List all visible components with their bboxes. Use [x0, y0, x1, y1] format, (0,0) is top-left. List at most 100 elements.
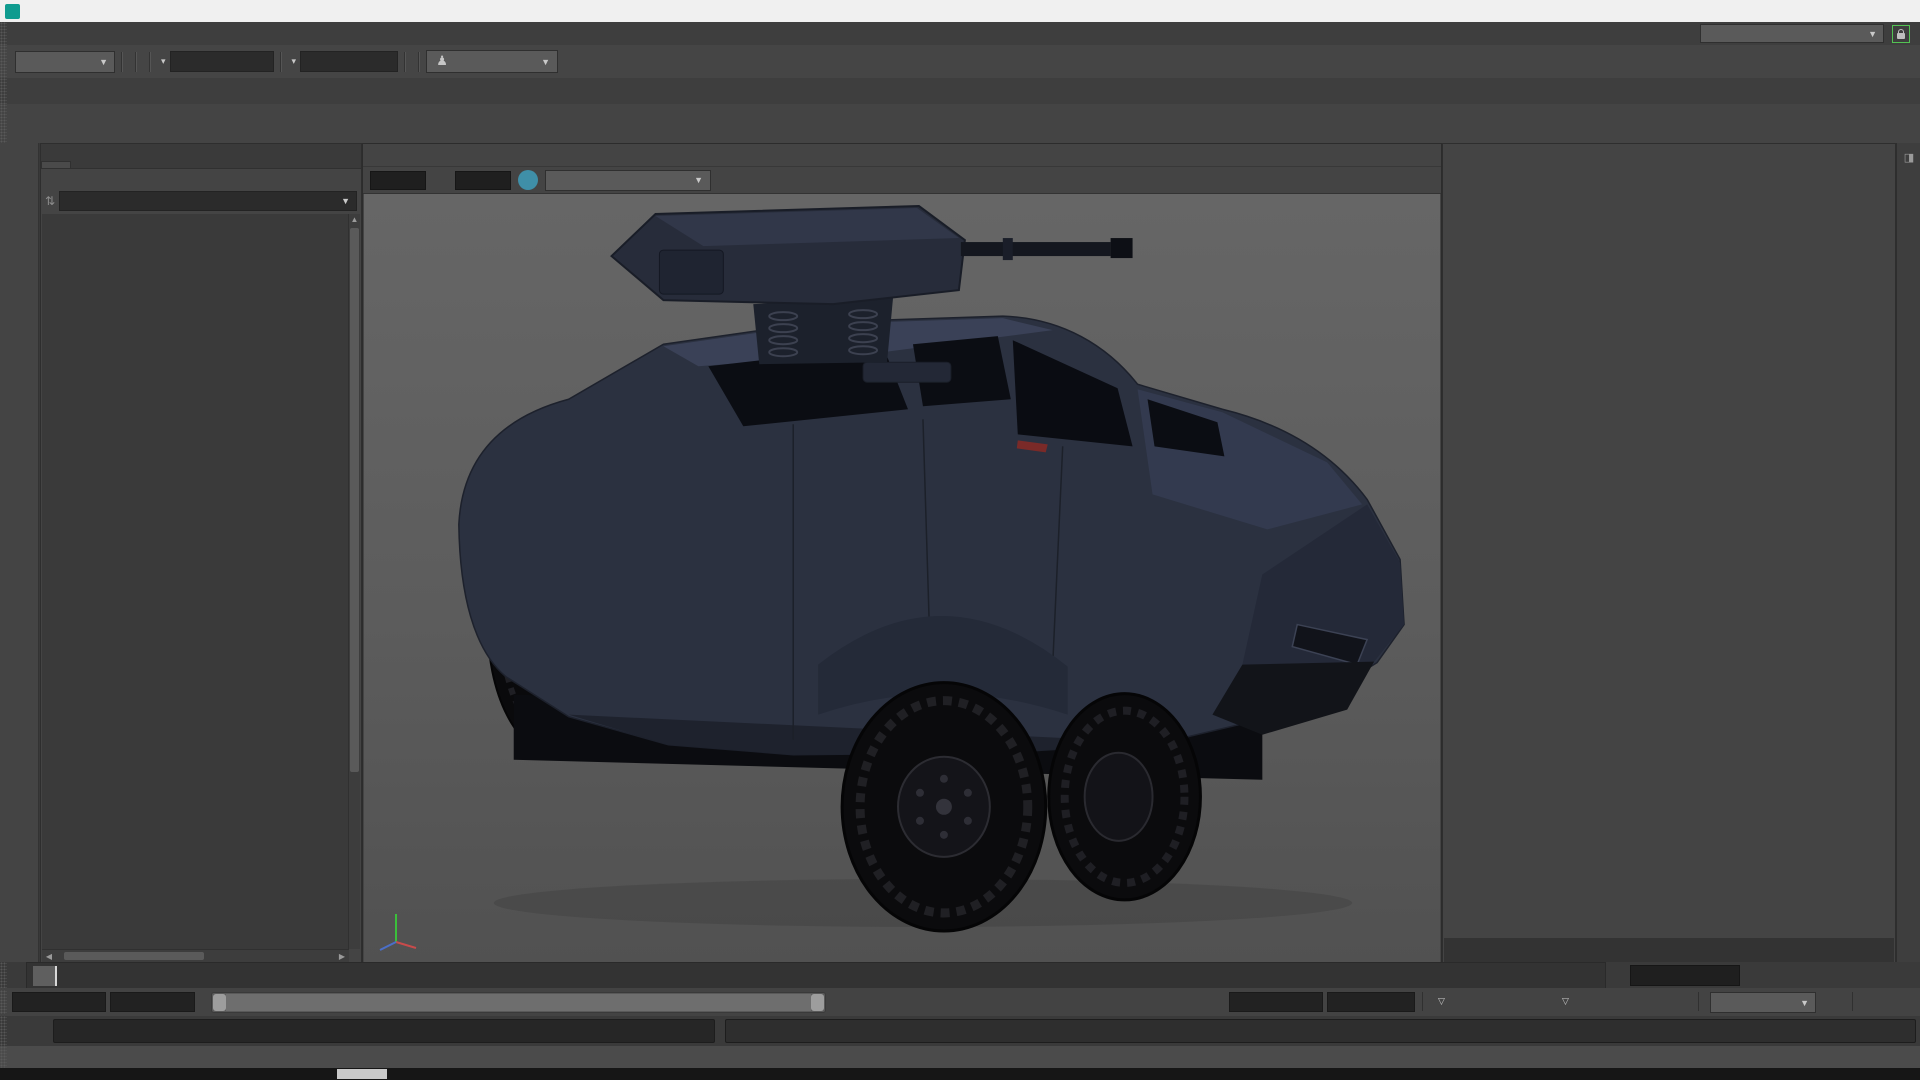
workspace-dropdown[interactable]: ▼ [1700, 24, 1884, 43]
minimize-button[interactable] [1782, 0, 1828, 22]
user-icon: ♟ [436, 54, 448, 69]
divider [1422, 992, 1423, 1011]
wheel-front-left[interactable] [840, 681, 1048, 933]
wheel-front-right[interactable] [1047, 692, 1202, 902]
divider [404, 51, 407, 72]
scene-view[interactable] [364, 194, 1440, 962]
animation-start-field[interactable] [12, 992, 106, 1012]
attribute-editor-message [1443, 168, 1895, 198]
axis-gizmo [379, 914, 417, 951]
viewport-canvas[interactable] [364, 194, 1440, 962]
color-management-toggle[interactable] [518, 170, 538, 190]
scrollbar-thumb[interactable] [64, 952, 204, 960]
outliner-panel: ⇅ ▼ ▲ ◀ ▶ [40, 143, 362, 964]
command-input[interactable] [54, 1020, 714, 1042]
chevron-down-icon[interactable]: ▾ [292, 56, 297, 67]
menu-bar: ▼ [0, 22, 1920, 46]
panel-toggle-icon[interactable]: ◨ [1904, 151, 1914, 164]
timeline-track[interactable] [26, 962, 1606, 990]
chevron-down-icon[interactable]: ▼ [341, 196, 350, 206]
gamma-dropdown[interactable]: ▼ [545, 169, 711, 191]
sign-in-dropdown[interactable]: ♟ ▼ [426, 50, 559, 73]
time-clock-icon[interactable] [1862, 991, 1884, 1011]
muzzle [1110, 238, 1133, 259]
symmetry-field[interactable] [300, 51, 399, 72]
range-slider-row: ▽ ▽ ▼ [0, 988, 1920, 1017]
viewport-menu-bar [363, 144, 1441, 167]
character-set-dropdown[interactable]: ▽ [1438, 992, 1451, 1011]
chevron-down-icon: ▼ [99, 56, 108, 67]
scroll-right-icon[interactable]: ▶ [335, 952, 349, 961]
search-input[interactable] [66, 194, 342, 208]
menu-set-dropdown[interactable]: ▼ [15, 50, 115, 73]
drag-grip[interactable] [0, 104, 7, 143]
command-result-field[interactable] [725, 1019, 1916, 1043]
range-bar[interactable] [226, 994, 811, 1011]
chevron-down-icon: ▼ [1800, 997, 1809, 1008]
live-surface-field[interactable] [169, 51, 274, 72]
fps-dropdown[interactable]: ▼ [1710, 992, 1816, 1013]
filter-icon[interactable]: ⇅ [45, 194, 55, 208]
divider [121, 51, 123, 72]
animation-end-field[interactable] [1327, 992, 1415, 1012]
drag-grip[interactable] [0, 962, 7, 988]
gun-barrel[interactable] [960, 242, 1111, 257]
scroll-left-icon[interactable]: ◀ [42, 952, 56, 961]
playback-end-field[interactable] [1229, 992, 1323, 1012]
outliner-search-row: ⇅ ▼ [41, 189, 361, 213]
roof-hatch [862, 361, 952, 383]
title-bar[interactable] [0, 0, 1920, 22]
maya-window: ▼ ▼ ▾ ▾ ♟ ▼ ⇅ ▼ ▲ ◀ ▶ ▼ ◨ ▽ ▽ ▼ [0, 0, 1920, 1080]
current-frame-field[interactable] [1630, 965, 1740, 986]
attribute-editor-panel [1442, 143, 1896, 964]
tab-outliner[interactable] [41, 161, 71, 168]
contrast-field[interactable] [455, 170, 511, 190]
current-frame-marker[interactable] [33, 966, 57, 986]
chevron-down-icon: ▼ [1868, 28, 1877, 39]
contrast-icon[interactable] [430, 170, 451, 190]
command-line [0, 1016, 1920, 1047]
drag-grip[interactable] [0, 22, 7, 45]
exposure-field[interactable] [370, 170, 426, 190]
shelf-icon-bar [0, 104, 1920, 144]
drag-grip[interactable] [0, 78, 7, 104]
drag-grip[interactable] [0, 45, 7, 78]
outliner-tab-strip [41, 144, 361, 169]
scroll-up-icon[interactable]: ▲ [349, 215, 360, 224]
outliner-menus [41, 169, 361, 189]
drag-grip[interactable] [0, 990, 7, 1014]
divider [1698, 992, 1699, 1011]
auto-keyframe-icon[interactable] [1890, 991, 1912, 1011]
command-input-field[interactable] [53, 1019, 715, 1043]
range-start-handle[interactable] [213, 994, 226, 1011]
maximize-button[interactable] [1828, 0, 1874, 22]
help-line [0, 1046, 1920, 1068]
search-field[interactable]: ▼ [59, 191, 357, 211]
taskbar-item[interactable] [337, 1069, 387, 1079]
time-slider [0, 962, 1920, 990]
viewport-panel: ▼ [362, 143, 1442, 964]
chevron-down-icon: ▽ [1562, 996, 1569, 1006]
chevron-down-icon[interactable]: ▾ [161, 56, 166, 67]
status-line: ▼ ▾ ▾ ♟ ▼ [0, 45, 1920, 79]
taskbar-strip [0, 1068, 1920, 1080]
right-sidebar: ◨ [1896, 143, 1920, 970]
drag-grip[interactable] [0, 1016, 7, 1046]
divider [418, 51, 421, 72]
anim-layer-dropdown[interactable]: ▽ [1562, 992, 1575, 1011]
scrollbar-thumb[interactable] [350, 228, 359, 772]
command-result[interactable] [726, 1020, 1915, 1042]
vertical-scrollbar[interactable]: ▲ [348, 214, 360, 949]
close-button[interactable] [1874, 0, 1920, 22]
viewport-toolbar: ▼ [363, 167, 1441, 194]
horizontal-scrollbar[interactable]: ◀ ▶ [42, 949, 349, 962]
workspace-selector: ▼ [1692, 24, 1920, 43]
drag-grip[interactable] [0, 1046, 7, 1068]
divider [149, 51, 151, 72]
range-end-handle[interactable] [811, 994, 824, 1011]
playback-loop-icon[interactable] [1814, 991, 1836, 1011]
tool-box [0, 143, 39, 990]
playback-start-field[interactable] [110, 992, 195, 1012]
range-slider[interactable] [211, 992, 826, 1013]
workspace-lock-icon[interactable] [1892, 24, 1910, 43]
